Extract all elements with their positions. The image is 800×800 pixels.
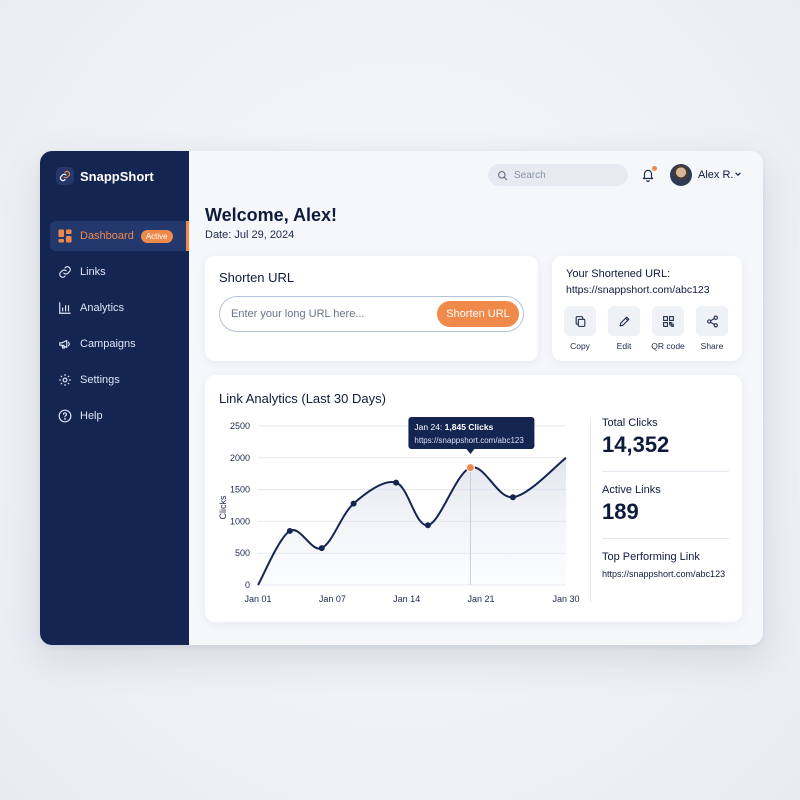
y-tick-label: 2000	[230, 453, 250, 463]
sidebar-item-campaigns[interactable]: Campaigns	[50, 329, 189, 359]
clicks-line-chart: 0 500 1000 1500 2000 2500 Jan 01 Jan 07 Jan 14 Ja…	[218, 417, 580, 604]
analytics-icon	[59, 302, 71, 314]
data-point	[318, 545, 325, 552]
copy-icon	[575, 315, 585, 327]
edit-button[interactable]	[608, 306, 640, 336]
y-tick-label: 2500	[230, 421, 250, 431]
shorten-url-card: Shorten URL Enter your long URL here... …	[205, 256, 538, 361]
divider	[602, 538, 729, 539]
qr-code-action[interactable]: QR code	[651, 306, 685, 351]
user-name[interactable]: Alex R.	[698, 169, 733, 181]
shortened-url-value[interactable]: https://snappshort.com/abc123	[566, 284, 710, 296]
tooltip-url: https://snappshort.com/abc123	[414, 436, 524, 445]
stat-total-clicks: Total Clicks 14,352	[602, 417, 729, 458]
x-tick-label: Jan 01	[244, 594, 271, 604]
sidebar-item-label: Analytics	[80, 302, 125, 314]
pencil-icon	[619, 316, 629, 326]
sidebar-item-label: Campaigns	[80, 338, 136, 350]
divider	[602, 471, 729, 472]
sidebar-item-settings[interactable]: Settings	[50, 365, 189, 395]
sidebar-nav: Dashboard Active Links Analytics Campaig…	[50, 221, 189, 437]
y-tick-label: 1500	[230, 485, 250, 495]
chevron-down-icon[interactable]	[734, 170, 742, 178]
y-tick-label: 0	[245, 580, 250, 590]
share-icon	[706, 315, 718, 327]
sidebar-item-label: Settings	[80, 374, 120, 386]
tooltip-pointer	[466, 449, 475, 454]
highlight-data-point	[465, 463, 475, 473]
tooltip-title: Jan 24: 1,845 Clicks	[414, 422, 493, 432]
y-tick-label: 500	[235, 548, 250, 558]
dashboard-icon	[58, 229, 72, 243]
qr-code-button[interactable]	[652, 306, 684, 336]
data-point	[509, 494, 516, 501]
url-actions: Copy Edit QR code Share	[564, 306, 728, 351]
action-label: Edit	[616, 341, 632, 351]
megaphone-icon	[59, 339, 70, 349]
sidebar-item-label: Dashboard	[80, 230, 134, 242]
page-title: Welcome, Alex!	[205, 205, 338, 225]
sidebar-item-label: Links	[80, 266, 106, 278]
copy-button[interactable]	[564, 306, 596, 336]
app-name: SnappShort	[80, 168, 154, 184]
stat-value: 14,352	[602, 432, 670, 457]
sidebar: SnappShort Dashboard Active Links Analyt…	[40, 151, 189, 645]
long-url-placeholder: Enter your long URL here...	[231, 308, 365, 320]
search-placeholder: Search	[514, 169, 546, 181]
stat-label: Total Clicks	[602, 417, 658, 429]
data-point	[393, 479, 400, 486]
edit-action[interactable]: Edit	[608, 306, 640, 351]
search-input[interactable]: Search	[488, 164, 628, 186]
shorten-url-button[interactable]: Shorten URL	[437, 301, 519, 327]
app-logo[interactable]: SnappShort	[56, 167, 154, 185]
card-title: Shorten URL	[219, 270, 295, 285]
sidebar-item-analytics[interactable]: Analytics	[50, 293, 189, 323]
action-label: QR code	[651, 341, 685, 351]
y-axis-label: Clicks	[218, 495, 228, 519]
stat-label: Top Performing Link	[602, 551, 700, 563]
avatar[interactable]	[670, 164, 692, 186]
sidebar-item-links[interactable]: Links	[50, 257, 189, 287]
sidebar-item-label: Help	[80, 410, 103, 422]
long-url-input[interactable]: Enter your long URL here... Shorten URL	[219, 296, 524, 332]
y-tick-label: 1000	[230, 516, 250, 526]
share-action[interactable]: Share	[696, 306, 728, 351]
stat-active-links: Active Links 189	[602, 484, 729, 525]
data-point	[286, 527, 293, 534]
shortened-url-label: Your Shortened URL:	[566, 268, 671, 280]
search-icon	[498, 170, 508, 180]
link-analytics-card: Link Analytics (Last 30 Days) 0 500 1000 15…	[205, 375, 742, 622]
link-icon	[59, 266, 71, 278]
share-button[interactable]	[696, 306, 728, 336]
status-badge: Active	[140, 229, 173, 243]
app-window: SnappShort Dashboard Active Links Analyt…	[40, 151, 763, 645]
shortened-url-card: Your Shortened URL: https://snappshort.c…	[552, 256, 742, 361]
notification-dot	[652, 166, 657, 171]
qr-code-icon	[662, 315, 674, 327]
copy-action[interactable]: Copy	[564, 306, 596, 351]
action-label: Copy	[570, 341, 590, 351]
x-tick-label: Jan 14	[393, 594, 420, 604]
sidebar-item-dashboard[interactable]: Dashboard Active	[50, 221, 189, 251]
action-label: Share	[700, 341, 724, 351]
stats-divider	[590, 417, 591, 602]
data-point	[350, 500, 357, 507]
stat-label: Active Links	[602, 484, 661, 496]
x-tick-label: Jan 21	[468, 594, 495, 604]
tooltip-date: Jan 24:	[414, 422, 444, 432]
sidebar-item-help[interactable]: Help	[50, 401, 189, 431]
x-tick-label: Jan 07	[319, 594, 346, 604]
gear-icon	[59, 374, 71, 386]
stat-value: 189	[602, 499, 639, 524]
link-logo-icon	[56, 167, 74, 185]
page-date: Date: Jul 29, 2024	[205, 229, 295, 241]
stat-top-link: Top Performing Link https://snappshort.c…	[602, 551, 729, 579]
help-icon	[58, 409, 72, 423]
top-link-url[interactable]: https://snappshort.com/abc123	[602, 569, 729, 579]
data-point	[424, 522, 431, 529]
tooltip-value: 1,845 Clicks	[445, 422, 494, 432]
x-tick-label: Jan 30	[552, 594, 579, 604]
